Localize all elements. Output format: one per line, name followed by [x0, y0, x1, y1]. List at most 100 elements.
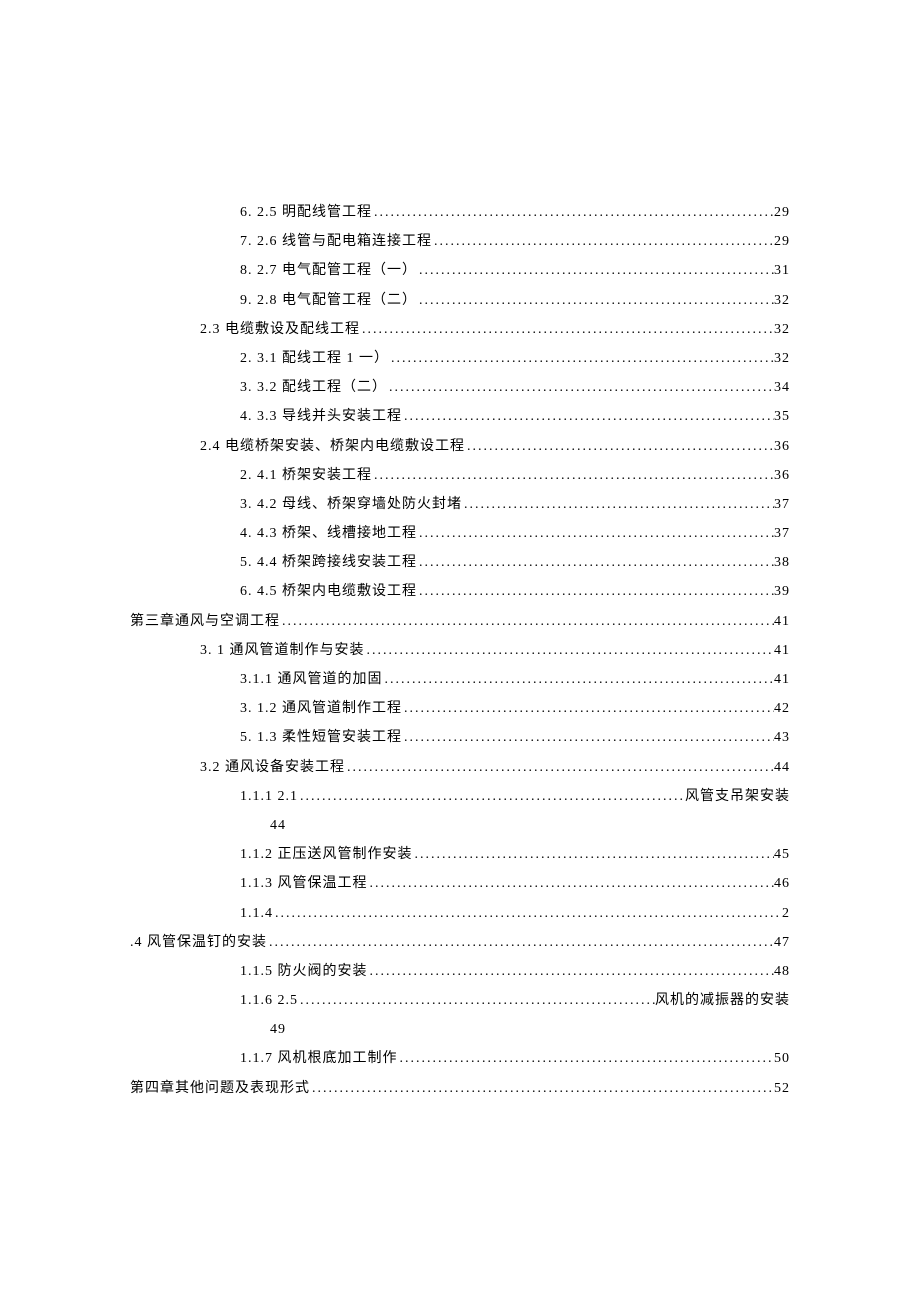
toc-leader-dots: [417, 288, 774, 313]
toc-leader-dots: [417, 258, 774, 283]
toc-leader-dots: [368, 959, 775, 984]
toc-entry-title: .4 风管保温钉的安装: [130, 930, 267, 955]
table-of-contents: 6. 2.5 明配线管工程 29 7. 2.6 线管与配电箱连接工程 29 8. 2…: [130, 200, 790, 1101]
toc-leader-dots: [345, 755, 774, 780]
toc-leader-dots: [417, 521, 774, 546]
toc-leader-dots: [389, 346, 774, 371]
toc-wrap-line: 49: [130, 1017, 790, 1042]
toc-entry-page: 47: [774, 930, 790, 955]
toc-leader-dots: [417, 579, 774, 604]
toc-entry: 1.1.1 2.1 风管支吊架安装: [130, 784, 790, 809]
toc-entry: 1.1.5 防火阀的安装 48: [130, 959, 790, 984]
toc-entry-right-text: 风机的减振器的安装: [655, 988, 790, 1013]
toc-entry: 4. 4.3 桥架、线槽接地工程 37: [130, 521, 790, 546]
toc-entry-title: 1.1.4: [240, 901, 273, 926]
toc-leader-dots: [462, 492, 774, 517]
toc-entry: 3. 4.2 母线、桥架穿墙处防火封堵 37: [130, 492, 790, 517]
toc-entry: 9. 2.8 电气配管工程（二） 32: [130, 288, 790, 313]
toc-entry: 2.4 电缆桥架安装、桥架内电缆敷设工程 36: [130, 434, 790, 459]
toc-leader-dots: [387, 375, 774, 400]
toc-entry-title: 7. 2.6 线管与配电箱连接工程: [240, 229, 432, 254]
toc-leader-dots: [465, 434, 774, 459]
toc-entry: 3.1.1 通风管道的加固 41: [130, 667, 790, 692]
toc-entry-page: 32: [774, 288, 790, 313]
toc-entry-page: 43: [774, 725, 790, 750]
toc-entry-page: 35: [774, 404, 790, 429]
toc-leader-dots: [383, 667, 775, 692]
toc-entry-title: 3.1.1 通风管道的加固: [240, 667, 383, 692]
toc-entry-title: 3. 3.2 配线工程（二）: [240, 375, 387, 400]
toc-entry: 7. 2.6 线管与配电箱连接工程 29: [130, 229, 790, 254]
toc-entry: 第三章通风与空调工程 41: [130, 609, 790, 634]
toc-leader-dots: [360, 317, 774, 342]
toc-leader-dots: [402, 404, 774, 429]
toc-entry: 4. 3.3 导线并头安装工程 35: [130, 404, 790, 429]
toc-entry-page: 46: [774, 871, 790, 896]
toc-entry-title: 1.1.5 防火阀的安装: [240, 959, 368, 984]
toc-entry-title: 1.1.2 正压送风管制作安装: [240, 842, 413, 867]
toc-entry-title: 8. 2.7 电气配管工程（一）: [240, 258, 417, 283]
toc-entry-page: 34: [774, 375, 790, 400]
toc-leader-dots: [413, 842, 775, 867]
toc-entry-title: 1.1.7 风机根底加工制作: [240, 1046, 398, 1071]
toc-entry: 2. 4.1 桥架安装工程 36: [130, 463, 790, 488]
toc-entry-page: 41: [774, 609, 790, 634]
toc-wrap-text: 49: [270, 1022, 286, 1037]
toc-entry-right-text: 风管支吊架安装: [685, 784, 790, 809]
toc-leader-dots: [368, 871, 775, 896]
toc-entry-title: 3.2 通风设备安装工程: [200, 755, 345, 780]
toc-entry: 6. 4.5 桥架内电缆敷设工程 39: [130, 579, 790, 604]
toc-entry-title: 3. 4.2 母线、桥架穿墙处防火封堵: [240, 492, 462, 517]
toc-entry-page: 32: [774, 317, 790, 342]
toc-wrap-text: 44: [270, 818, 286, 833]
toc-leader-dots: [402, 696, 774, 721]
toc-entry-page: 45: [774, 842, 790, 867]
toc-entry: 8. 2.7 电气配管工程（一） 31: [130, 258, 790, 283]
toc-entry: 1.1.6 2.5 风机的减振器的安装: [130, 988, 790, 1013]
toc-entry-page: 48: [774, 959, 790, 984]
toc-entry: 1.1.2 正压送风管制作安装 45: [130, 842, 790, 867]
toc-entry: 2. 3.1 配线工程 1 一） 32: [130, 346, 790, 371]
toc-entry: 1.1.4 2: [130, 901, 790, 926]
toc-entry-title: 4. 4.3 桥架、线槽接地工程: [240, 521, 417, 546]
toc-leader-dots: [372, 463, 774, 488]
toc-entry: 1.1.7 风机根底加工制作 50: [130, 1046, 790, 1071]
toc-entry-page: 41: [774, 638, 790, 663]
toc-entry-page: 36: [774, 463, 790, 488]
toc-entry-page: 41: [774, 667, 790, 692]
toc-entry: 6. 2.5 明配线管工程 29: [130, 200, 790, 225]
toc-leader-dots: [432, 229, 774, 254]
toc-entry-title: 5. 4.4 桥架跨接线安装工程: [240, 550, 417, 575]
toc-entry-title: 6. 2.5 明配线管工程: [240, 200, 372, 225]
toc-entry-title: 3. 1 通风管道制作与安装: [200, 638, 365, 663]
toc-leader-dots: [267, 930, 774, 955]
toc-entry-title: 2.3 电缆敷设及配线工程: [200, 317, 360, 342]
toc-entry-title: 3. 1.2 通风管道制作工程: [240, 696, 402, 721]
toc-entry-page: 39: [774, 579, 790, 604]
toc-leader-dots: [298, 784, 685, 809]
toc-entry-page: 32: [774, 346, 790, 371]
toc-entry: 5. 1.3 柔性短管安装工程 43: [130, 725, 790, 750]
toc-entry-page: 29: [774, 200, 790, 225]
toc-entry-title: 1.1.1 2.1: [240, 784, 298, 809]
toc-entry-page: 42: [774, 696, 790, 721]
toc-leader-dots: [402, 725, 774, 750]
toc-entry-page: 50: [774, 1046, 790, 1071]
toc-entry-page: 38: [774, 550, 790, 575]
toc-entry-page: 36: [774, 434, 790, 459]
toc-entry-page: 37: [774, 492, 790, 517]
toc-entry-title: 第三章通风与空调工程: [130, 609, 280, 634]
toc-entry-title: 第四章其他问题及表现形式: [130, 1076, 310, 1101]
toc-leader-dots: [398, 1046, 775, 1071]
toc-entry: 1.1.3 风管保温工程 46: [130, 871, 790, 896]
toc-entry-title: 1.1.6 2.5: [240, 988, 298, 1013]
toc-entry: 第四章其他问题及表现形式 52: [130, 1076, 790, 1101]
toc-wrap-line: 44: [130, 813, 790, 838]
toc-entry-title: 5. 1.3 柔性短管安装工程: [240, 725, 402, 750]
toc-entry: 3. 3.2 配线工程（二） 34: [130, 375, 790, 400]
toc-entry: 3. 1 通风管道制作与安装 41: [130, 638, 790, 663]
toc-entry-page: 2: [782, 901, 790, 926]
toc-entry-page: 52: [774, 1076, 790, 1101]
toc-leader-dots: [365, 638, 775, 663]
toc-entry-title: 2. 4.1 桥架安装工程: [240, 463, 372, 488]
